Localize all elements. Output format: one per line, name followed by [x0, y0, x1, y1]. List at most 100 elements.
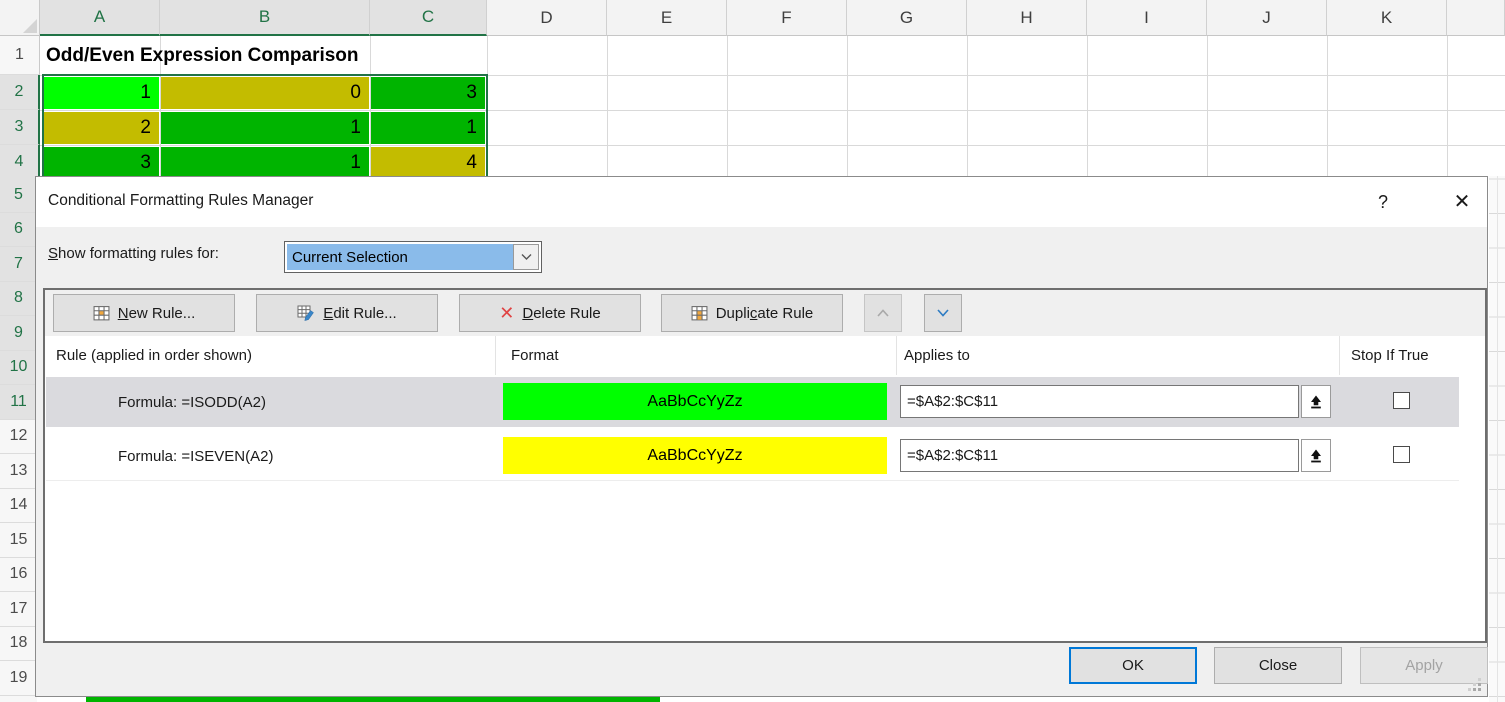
gridline: [1207, 36, 1208, 176]
row-header[interactable]: 9: [0, 316, 37, 351]
gridline: [40, 110, 1505, 111]
rule-description: Formula: =ISEVEN(A2): [118, 431, 273, 481]
row-header[interactable]: 13: [0, 454, 37, 489]
column-header[interactable]: H: [967, 0, 1087, 36]
help-icon[interactable]: ?: [1372, 189, 1394, 215]
rule-description: Formula: =ISODD(A2): [118, 377, 266, 427]
column-header[interactable]: G: [847, 0, 967, 36]
duplicate-rule-button[interactable]: Duplicate Rule: [661, 294, 843, 332]
row-header[interactable]: 11: [0, 385, 37, 420]
gridline: [847, 36, 848, 176]
row-header[interactable]: 3: [0, 110, 40, 145]
new-rule-label: New Rule...: [118, 305, 196, 322]
row-header[interactable]: 19: [0, 661, 37, 696]
ok-button[interactable]: OK: [1069, 647, 1197, 684]
collapse-dialog-button[interactable]: [1301, 385, 1331, 418]
gridline: [40, 145, 1505, 146]
gridline: [607, 36, 608, 176]
rules-toolbar: New Rule... Edit Rule... ✕ Delete Rule D…: [45, 290, 1485, 336]
table-edit-icon: [297, 304, 315, 322]
row20-green-cells: [86, 697, 660, 702]
row-header[interactable]: 17: [0, 592, 37, 627]
column-header[interactable]: F: [727, 0, 847, 36]
close-icon[interactable]: ✕: [1449, 187, 1475, 215]
row-headers-top: 1 2 3 4: [0, 36, 40, 180]
dropdown-arrow-button[interactable]: [513, 244, 539, 270]
move-rule-up-button[interactable]: [864, 294, 902, 332]
row-header[interactable]: 20: [0, 696, 37, 702]
cell-a1-title[interactable]: Odd/Even Expression Comparison: [46, 40, 486, 72]
select-all-corner[interactable]: [0, 0, 40, 36]
column-header[interactable]: [1447, 0, 1505, 36]
column-headers: A B C D E F G H I J K: [40, 0, 1505, 36]
rule-row-isodd[interactable]: Formula: =ISODD(A2) AaBbCcYyZz: [46, 377, 1459, 427]
close-button[interactable]: Close: [1214, 647, 1342, 684]
column-divider: [495, 336, 496, 375]
dialog-title: Conditional Formatting Rules Manager: [48, 192, 313, 210]
excel-screen: A B C D E F G H I J K 1 2 3: [0, 0, 1505, 702]
cell-a2[interactable]: 1: [44, 77, 159, 109]
stop-if-true-checkbox[interactable]: [1393, 392, 1410, 409]
sheet-right-sliver: [1489, 176, 1505, 702]
cell-a3[interactable]: 2: [44, 112, 159, 144]
resize-grip[interactable]: [1468, 678, 1481, 691]
edit-rule-button[interactable]: Edit Rule...: [256, 294, 438, 332]
row-headers-side: 5 6 7 8 9 10 11 12 13 14 15 16 17 18 19: [0, 178, 37, 702]
stop-if-true-checkbox[interactable]: [1393, 446, 1410, 463]
row-header[interactable]: 10: [0, 351, 37, 386]
row-header[interactable]: 6: [0, 213, 37, 248]
table-new-icon: [93, 305, 110, 322]
row-header[interactable]: 2: [0, 75, 40, 110]
row-header[interactable]: 4: [0, 145, 40, 180]
row-header[interactable]: 16: [0, 558, 37, 593]
column-header[interactable]: K: [1327, 0, 1447, 36]
row-header[interactable]: 1: [0, 36, 40, 75]
show-formatting-rules-label: Show formatting rules for:: [48, 245, 219, 262]
col-header-format: Format: [511, 336, 559, 375]
cell-c2[interactable]: 3: [371, 77, 485, 109]
column-header[interactable]: J: [1207, 0, 1327, 36]
edit-rule-label: Edit Rule...: [323, 305, 396, 322]
column-header[interactable]: D: [487, 0, 607, 36]
delete-rule-button[interactable]: ✕ Delete Rule: [459, 294, 641, 332]
chevron-up-icon: [876, 308, 890, 318]
column-divider: [896, 336, 897, 375]
row-header[interactable]: 5: [0, 178, 37, 213]
cell-a4[interactable]: 3: [44, 147, 159, 179]
collapse-range-icon: [1308, 448, 1324, 464]
cell-b2[interactable]: 0: [161, 77, 369, 109]
row-header[interactable]: 8: [0, 282, 37, 317]
cell-b3[interactable]: 1: [161, 112, 369, 144]
move-rule-down-button[interactable]: [924, 294, 962, 332]
row-header[interactable]: 15: [0, 523, 37, 558]
applies-to-input[interactable]: [900, 385, 1299, 418]
rule-row-iseven[interactable]: Formula: =ISEVEN(A2) AaBbCcYyZz: [46, 431, 1459, 481]
gridline: [1447, 36, 1448, 176]
format-preview: AaBbCcYyZz: [503, 383, 887, 420]
rules-frame: New Rule... Edit Rule... ✕ Delete Rule D…: [43, 288, 1487, 643]
applies-to-input[interactable]: [900, 439, 1299, 472]
row-header[interactable]: 18: [0, 627, 37, 662]
column-header[interactable]: I: [1087, 0, 1207, 36]
column-header[interactable]: C: [370, 0, 487, 36]
col-header-rule: Rule (applied in order shown): [56, 336, 252, 375]
show-rules-for-dropdown[interactable]: Current Selection: [284, 241, 542, 273]
conditional-formatting-rules-manager-dialog: Conditional Formatting Rules Manager ? ✕…: [35, 176, 1488, 697]
col-header-stop-if-true: Stop If True: [1351, 336, 1429, 375]
row-header[interactable]: 14: [0, 489, 37, 524]
col-header-applies-to: Applies to: [904, 336, 970, 375]
column-header[interactable]: E: [607, 0, 727, 36]
column-header[interactable]: A: [40, 0, 160, 36]
column-header[interactable]: B: [160, 0, 370, 36]
row-header[interactable]: 12: [0, 420, 37, 455]
delete-rule-label: Delete Rule: [522, 305, 600, 322]
column-divider: [1339, 336, 1340, 375]
collapse-dialog-button[interactable]: [1301, 439, 1331, 472]
row-header[interactable]: 7: [0, 247, 37, 282]
cell-c4[interactable]: 4: [371, 147, 485, 179]
cell-c3[interactable]: 1: [371, 112, 485, 144]
dialog-titlebar[interactable]: Conditional Formatting Rules Manager ? ✕: [36, 177, 1487, 227]
gridline: [40, 75, 1505, 76]
new-rule-button[interactable]: New Rule...: [53, 294, 235, 332]
cell-b4[interactable]: 1: [161, 147, 369, 179]
